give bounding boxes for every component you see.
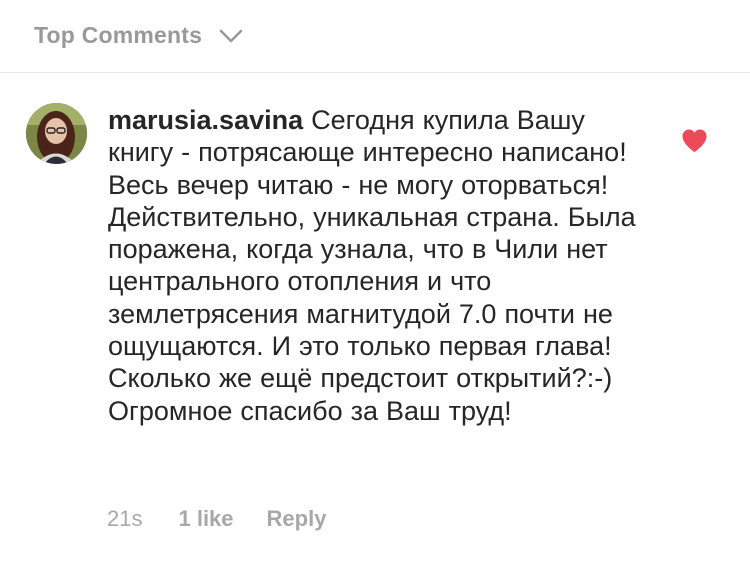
comments-screen: Top Comments marusia.savina Сегодня купи…	[0, 0, 750, 575]
reply-button[interactable]: Reply	[267, 506, 327, 532]
likes-count-link[interactable]: 1 like	[178, 506, 233, 532]
avatar[interactable]	[26, 103, 87, 164]
avatar-image	[26, 103, 87, 164]
comment-meta: 21s 1 like Reply	[107, 506, 326, 532]
comment-body: marusia.savina Сегодня купила Вашу книгу…	[108, 104, 648, 427]
heart-icon[interactable]	[681, 128, 708, 153]
top-comments-toggle[interactable]: Top Comments	[34, 22, 244, 49]
header-divider	[0, 72, 750, 73]
comment-username[interactable]: marusia.savina	[108, 105, 303, 135]
chevron-down-icon	[219, 29, 243, 42]
comment-text: Сегодня купила Вашу книгу - потрясающе и…	[108, 105, 636, 426]
top-comments-label: Top Comments	[34, 22, 203, 48]
comment-timestamp: 21s	[107, 506, 143, 531]
